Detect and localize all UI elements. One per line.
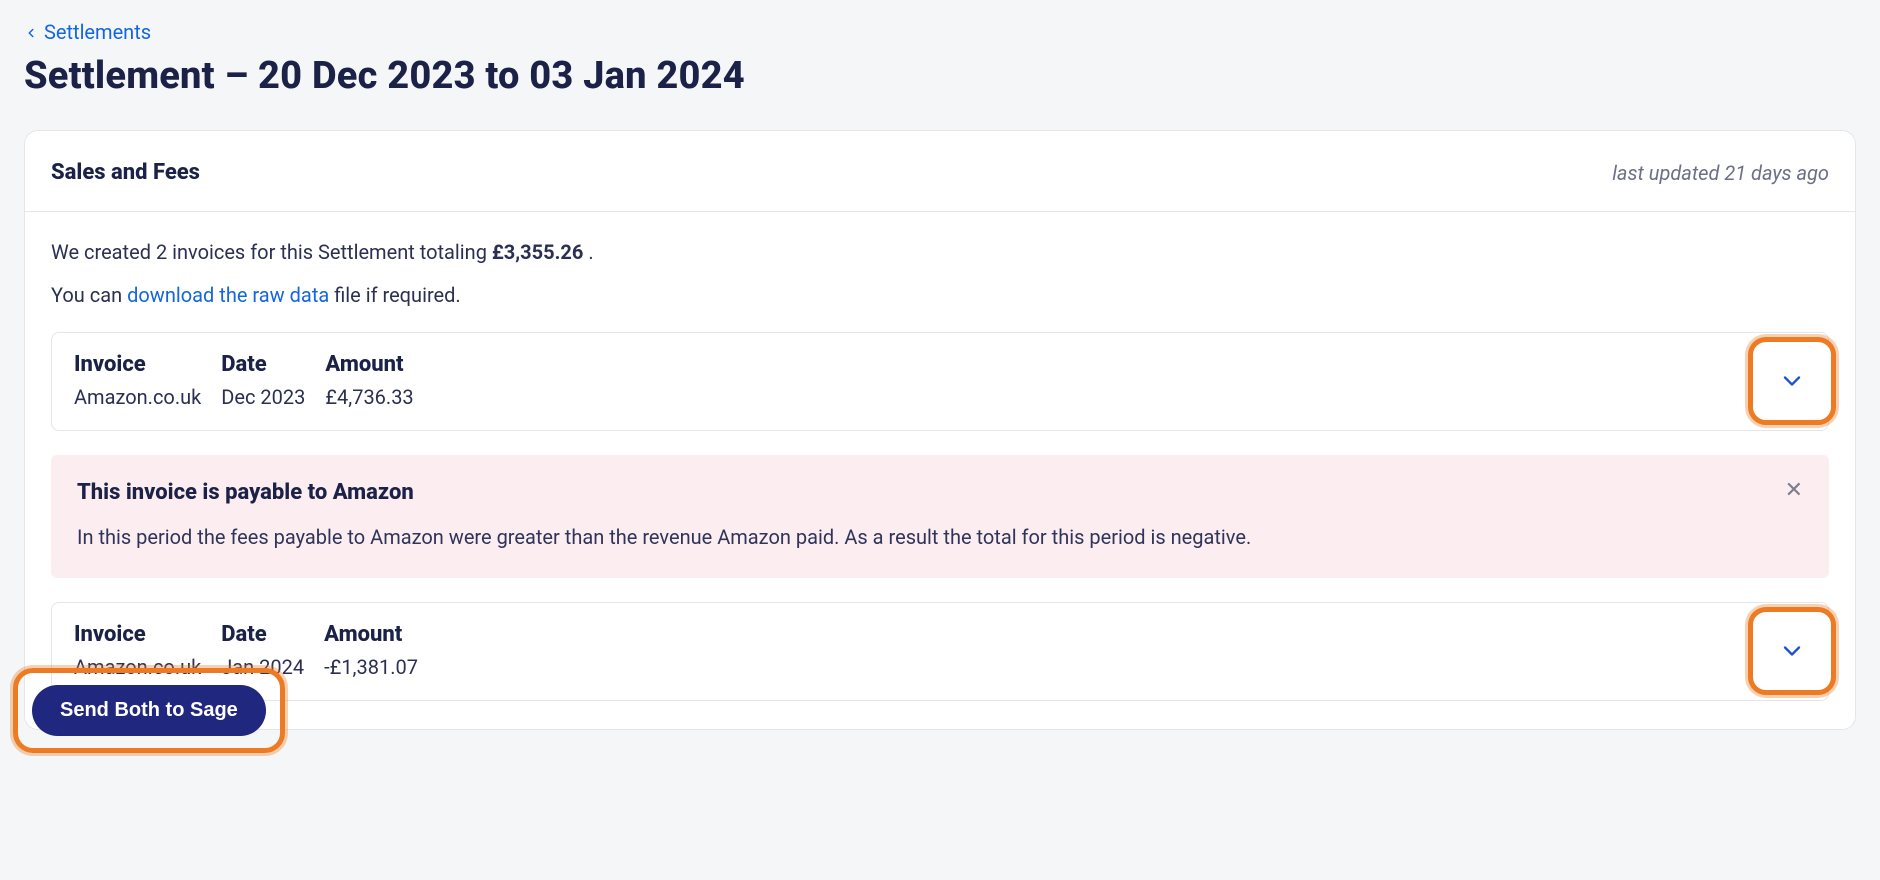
- chevron-left-icon: [24, 26, 38, 40]
- payable-to-amazon-alert: ✕ This invoice is payable to Amazon In t…: [51, 455, 1829, 578]
- alert-title: This invoice is payable to Amazon: [77, 477, 1803, 509]
- download-line: You can download the raw data file if re…: [51, 281, 1829, 310]
- date-field: Date Dec 2023: [221, 349, 305, 412]
- last-updated-label: last updated 21 days ago: [1612, 159, 1829, 188]
- amount-header: Amount: [324, 619, 418, 651]
- card-body: We created 2 invoices for this Settlemen…: [25, 212, 1855, 701]
- invoice-row: Invoice Amazon.co.uk Date Jan 2024 Amoun…: [51, 602, 1829, 701]
- intro-prefix: We created 2 invoices for this Settlemen…: [51, 240, 492, 264]
- amount-field: Amount £4,736.33: [325, 349, 413, 412]
- invoice-value: Amazon.co.uk: [74, 383, 201, 412]
- send-both-to-sage-button[interactable]: Send Both to Sage: [32, 685, 266, 736]
- download-prefix: You can: [51, 283, 127, 307]
- page-title: Settlement – 20 Dec 2023 to 03 Jan 2024: [24, 49, 1856, 104]
- close-icon: ✕: [1785, 477, 1803, 502]
- chevron-down-icon: [1778, 637, 1806, 665]
- invoice-field: Invoice Amazon.co.uk: [74, 349, 201, 412]
- amount-value: -£1,381.07: [324, 653, 418, 682]
- amount-value: £4,736.33: [325, 383, 413, 412]
- amount-field: Amount -£1,381.07: [324, 619, 418, 682]
- send-button-highlight: Send Both to Sage: [13, 668, 285, 753]
- intro-text: We created 2 invoices for this Settlemen…: [51, 238, 1829, 267]
- date-value: Dec 2023: [221, 383, 305, 412]
- breadcrumb: Settlements: [24, 18, 1856, 47]
- date-header: Date: [221, 619, 304, 651]
- card-title: Sales and Fees: [51, 157, 200, 189]
- intro-suffix: .: [583, 240, 593, 264]
- intro-total: £3,355.26: [492, 240, 583, 264]
- sales-fees-card: Sales and Fees last updated 21 days ago …: [24, 130, 1856, 730]
- amount-header: Amount: [325, 349, 413, 381]
- expand-invoice-button[interactable]: [1748, 607, 1836, 695]
- download-raw-data-link[interactable]: download the raw data: [127, 283, 329, 307]
- close-alert-button[interactable]: ✕: [1781, 475, 1807, 505]
- date-header: Date: [221, 349, 305, 381]
- invoice-header: Invoice: [74, 619, 201, 651]
- expand-invoice-button[interactable]: [1748, 337, 1836, 425]
- card-header: Sales and Fees last updated 21 days ago: [25, 131, 1855, 212]
- invoice-header: Invoice: [74, 349, 201, 381]
- alert-body: In this period the fees payable to Amazo…: [77, 523, 1803, 552]
- invoice-fields: Invoice Amazon.co.uk Date Dec 2023 Amoun…: [74, 349, 414, 412]
- invoice-row: Invoice Amazon.co.uk Date Dec 2023 Amoun…: [51, 332, 1829, 431]
- chevron-down-icon: [1778, 367, 1806, 395]
- download-suffix: file if required.: [329, 283, 460, 307]
- breadcrumb-link-settlements[interactable]: Settlements: [44, 18, 151, 47]
